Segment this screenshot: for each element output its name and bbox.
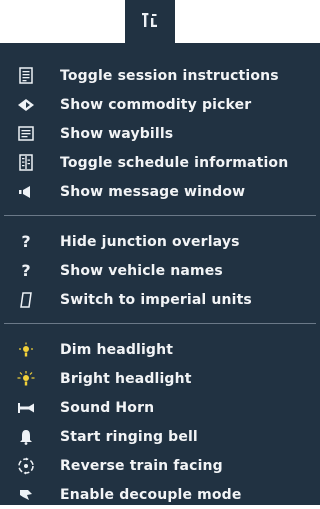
actions-menu: Toggle session instructions Show commodi… <box>0 43 320 505</box>
menu-separator <box>4 215 316 216</box>
menu-item-sound-horn[interactable]: Sound Horn <box>0 393 320 422</box>
menu-separator <box>4 323 316 324</box>
menu-item-label: Bright headlight <box>60 370 192 387</box>
menu-group-controls: Dim headlight Bright headlight Sound Hor… <box>0 335 320 509</box>
menu-item-hide-junction-overlays[interactable]: ? Hide junction overlays <box>0 227 320 256</box>
bright-headlight-icon <box>16 369 36 389</box>
decouple-icon <box>16 485 36 505</box>
menu-item-label: Show message window <box>60 183 246 200</box>
commodity-picker-icon <box>16 95 36 115</box>
message-window-icon <box>16 182 36 202</box>
menu-item-label: Toggle session instructions <box>60 67 279 84</box>
menu-item-label: Start ringing bell <box>60 428 198 445</box>
schedule-icon <box>16 153 36 173</box>
units-icon <box>16 290 36 310</box>
question-icon: ? <box>21 232 31 251</box>
menu-item-toggle-schedule-information[interactable]: Toggle schedule information <box>0 148 320 177</box>
menu-item-start-ringing-bell[interactable]: Start ringing bell <box>0 422 320 451</box>
menu-item-bright-headlight[interactable]: Bright headlight <box>0 364 320 393</box>
document-icon <box>16 66 36 86</box>
waybills-icon <box>16 124 36 144</box>
dim-headlight-icon <box>16 340 36 360</box>
menu-item-label: Show waybills <box>60 125 174 142</box>
menu-item-show-message-window[interactable]: Show message window <box>0 177 320 206</box>
bell-icon <box>16 427 36 447</box>
menu-item-show-commodity-picker[interactable]: Show commodity picker <box>0 90 320 119</box>
menu-item-reverse-train-facing[interactable]: Reverse train facing <box>0 451 320 480</box>
menu-item-label: Reverse train facing <box>60 457 223 474</box>
menu-group-info: Toggle session instructions Show commodi… <box>0 61 320 206</box>
menu-item-label: Toggle schedule information <box>60 154 289 171</box>
menu-item-switch-to-imperial-units[interactable]: Switch to imperial units <box>0 285 320 314</box>
menu-item-dim-headlight[interactable]: Dim headlight <box>0 335 320 364</box>
reverse-icon <box>16 456 36 476</box>
menu-group-display: ? Hide junction overlays ? Show vehicle … <box>0 227 320 314</box>
menu-item-label: Show commodity picker <box>60 96 252 113</box>
rail-tools-icon <box>140 10 160 34</box>
menu-item-label: Sound Horn <box>60 399 155 416</box>
menu-item-toggle-session-instructions[interactable]: Toggle session instructions <box>0 61 320 90</box>
menu-item-label: Hide junction overlays <box>60 233 240 250</box>
question-icon: ? <box>21 261 31 280</box>
horn-icon <box>16 398 36 418</box>
menu-trigger-button[interactable] <box>125 0 175 43</box>
menu-item-label: Show vehicle names <box>60 262 223 279</box>
menu-item-label: Switch to imperial units <box>60 291 252 308</box>
menu-item-label: Enable decouple mode <box>60 486 242 503</box>
menu-item-show-vehicle-names[interactable]: ? Show vehicle names <box>0 256 320 285</box>
menu-item-label: Dim headlight <box>60 341 174 358</box>
menu-item-show-waybills[interactable]: Show waybills <box>0 119 320 148</box>
app-root: Toggle session instructions Show commodi… <box>0 0 320 505</box>
